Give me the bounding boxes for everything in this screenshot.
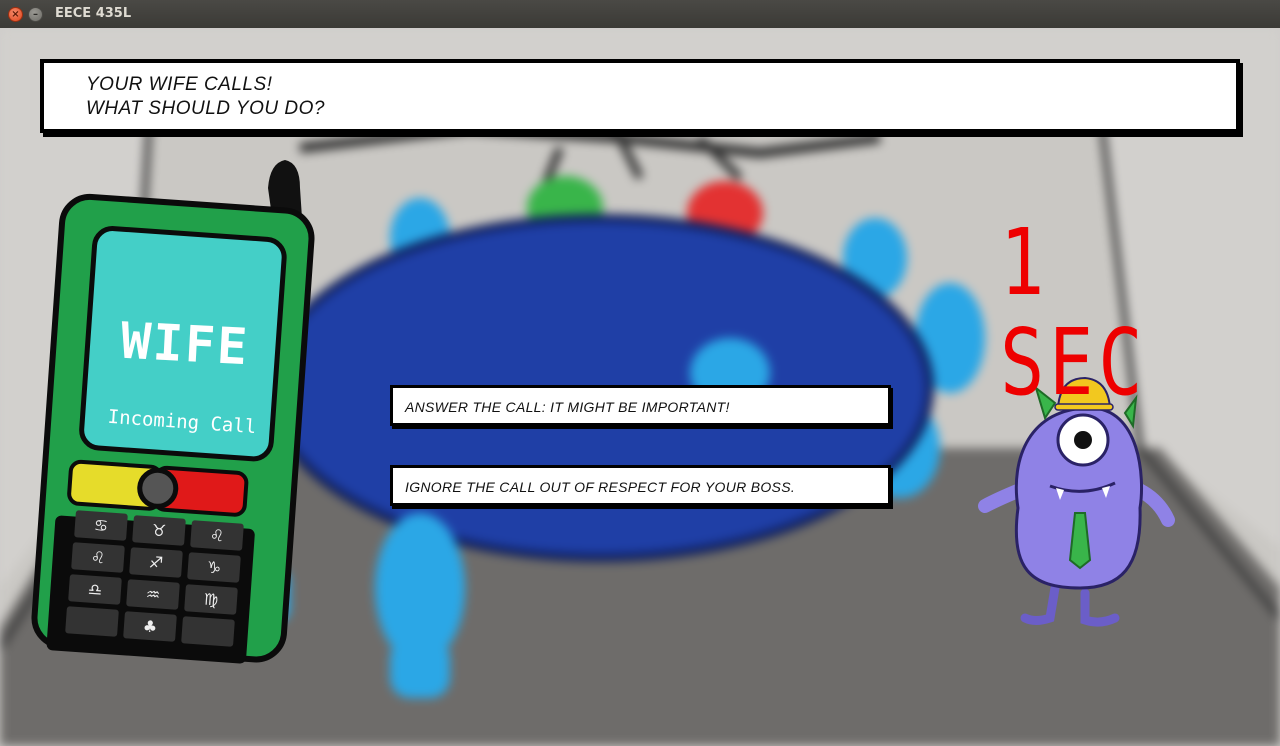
countdown-timer: 1 SEC [1000,209,1148,416]
question-line-2: WHAT SHOULD YOU DO? [86,98,325,119]
answer-option-2-label: IGNORE THE CALL OUT OF RESPECT FOR YOUR … [405,479,796,495]
answer-option-1[interactable]: ANSWER THE CALL: IT MIGHT BE IMPORTANT! [390,385,891,426]
minimize-window-button[interactable]: – [28,7,43,22]
minimize-icon: – [33,9,38,20]
close-window-button[interactable]: × [8,7,23,22]
answer-option-2[interactable]: IGNORE THE CALL OUT OF RESPECT FOR YOUR … [390,465,891,506]
close-icon: × [11,9,20,20]
question-line-1: YOUR WIFE CALLS! [86,74,273,95]
window-title: EECE 435L [55,6,132,21]
question-banner: YOUR WIFE CALLS! WHAT SHOULD YOU DO? [40,59,1240,133]
window-title-bar: × – EECE 435L [0,0,1280,28]
answer-option-1-label: ANSWER THE CALL: IT MIGHT BE IMPORTANT! [405,399,730,415]
game-scene: WIFE Incoming Call ♋ ♉ ♌ ♌ ♐ ♑ ♎ ♒ ♍ ♣ Y… [0,28,1280,746]
